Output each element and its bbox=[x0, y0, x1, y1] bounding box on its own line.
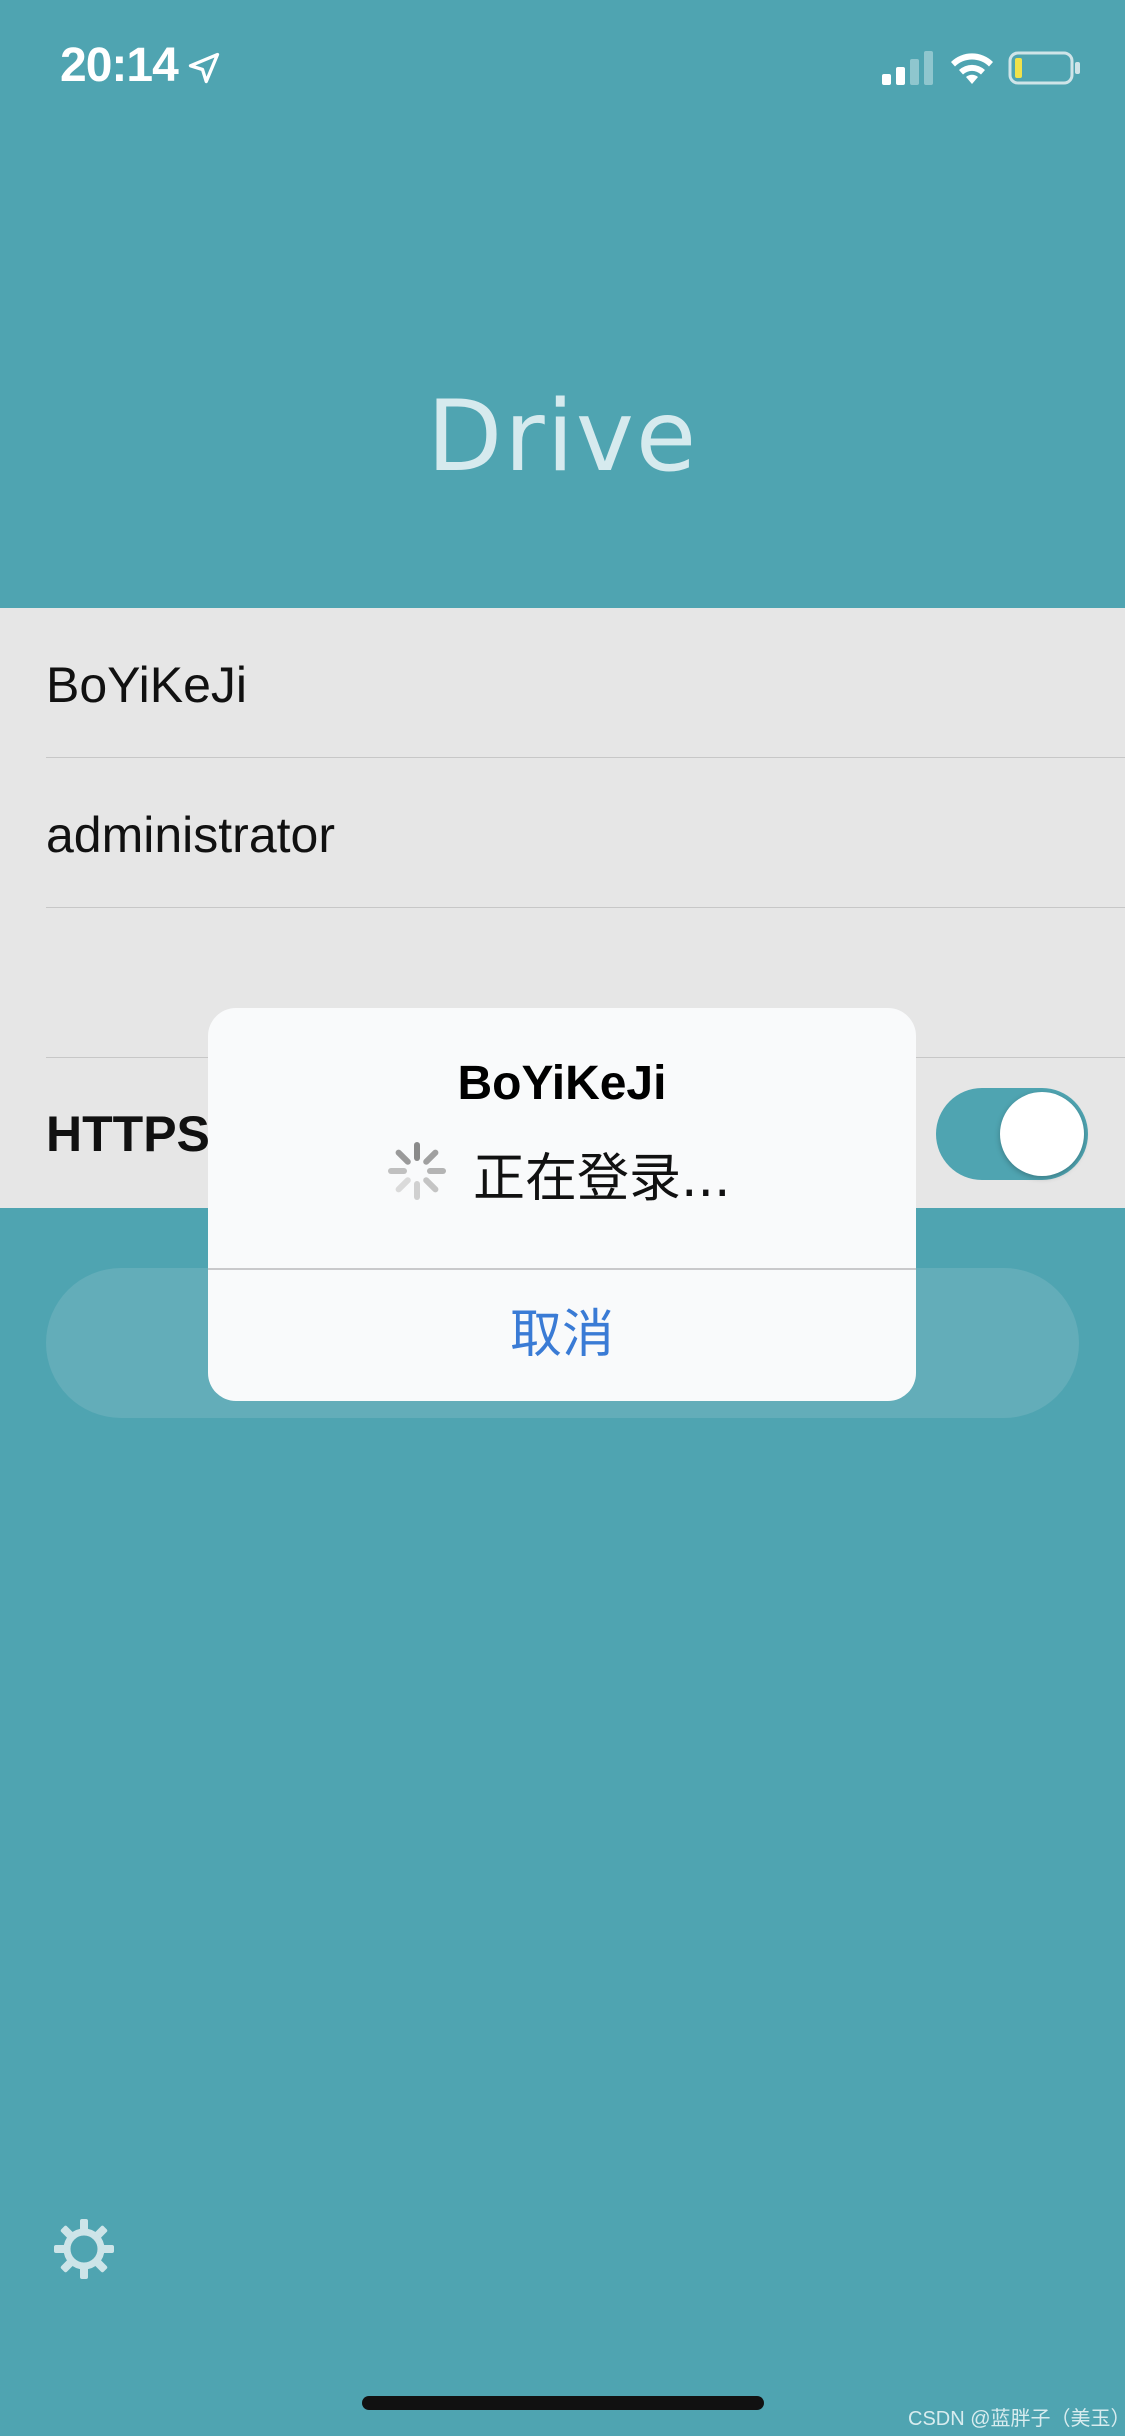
watermark: CSDN @蓝胖子（美玉） bbox=[908, 2408, 1125, 2430]
loading-spinner-icon bbox=[388, 1142, 446, 1200]
username-field[interactable]: administrator bbox=[46, 758, 1125, 908]
login-alert-dialog: BoYiKeJi 正在登录... 取消 bbox=[208, 1008, 916, 1401]
gear-icon[interactable] bbox=[52, 2217, 116, 2281]
status-bar: 20:14 bbox=[0, 0, 1125, 140]
alert-message-text: 正在登录... bbox=[473, 1149, 731, 1209]
server-field[interactable]: BoYiKeJi bbox=[46, 608, 1125, 758]
cancel-button[interactable]: 取消 bbox=[208, 1270, 916, 1401]
https-toggle[interactable] bbox=[936, 1088, 1088, 1180]
username-value: administrator bbox=[46, 807, 335, 863]
wifi-icon bbox=[951, 53, 993, 84]
app-title: Drive bbox=[426, 380, 699, 494]
server-value: BoYiKeJi bbox=[46, 657, 248, 713]
battery-low-icon bbox=[1008, 51, 1080, 85]
toggle-knob bbox=[1000, 1092, 1084, 1176]
status-time: 20:14 bbox=[60, 39, 179, 92]
location-arrow-icon bbox=[188, 52, 220, 84]
alert-title: BoYiKeJi bbox=[457, 1057, 667, 1110]
cellular-signal-icon bbox=[882, 51, 933, 85]
home-indicator bbox=[362, 2396, 764, 2410]
https-label: HTTPS bbox=[46, 1106, 210, 1162]
alert-message: 正在登录... bbox=[208, 1126, 916, 1209]
